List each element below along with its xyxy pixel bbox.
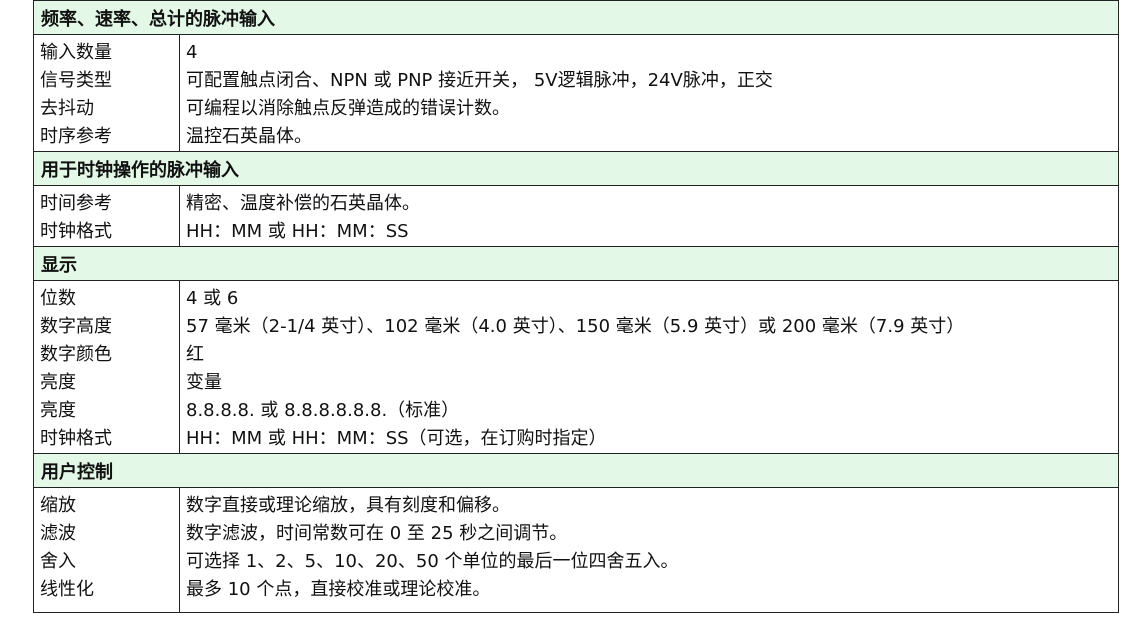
section-header-user-controls: 用户控制 bbox=[33, 453, 1119, 488]
value-column: 精密、温度补偿的石英晶体。 HH：MM 或 HH：MM：SS bbox=[179, 185, 1119, 247]
value-column: 数字直接或理论缩放，具有刻度和偏移。 数字滤波，时间常数可在 0 至 25 秒之… bbox=[179, 487, 1119, 613]
row-label: 线性化 bbox=[40, 579, 94, 600]
row-value: 红 bbox=[186, 344, 204, 365]
section-body: 缩放 滤波 舍入 线性化 数字直接或理论缩放，具有刻度和偏移。 数字滤波，时间常… bbox=[33, 487, 1119, 613]
row-value: 可选择 1、2、5、10、20、50 个单位的最后一位四舍五入。 bbox=[186, 551, 679, 572]
label-column: 缩放 滤波 舍入 线性化 bbox=[33, 487, 180, 613]
section-header-clock-pulse-input: 用于时钟操作的脉冲输入 bbox=[33, 151, 1119, 186]
section-header-pulse-input: 频率、速率、总计的脉冲输入 bbox=[33, 0, 1119, 35]
row-value: 4 或 6 bbox=[186, 288, 239, 309]
section-title: 频率、速率、总计的脉冲输入 bbox=[33, 0, 1119, 35]
value-column: 4 或 6 57 毫米（2-1/4 英寸）、102 毫米（4.0 英寸）、150… bbox=[179, 280, 1119, 454]
cell-spacer bbox=[186, 604, 1118, 612]
section-title: 显示 bbox=[33, 246, 1119, 281]
row-value: HH：MM 或 HH：MM：SS bbox=[186, 221, 409, 242]
row-label: 数字高度 bbox=[40, 316, 112, 337]
section-body: 时间参考 时钟格式 精密、温度补偿的石英晶体。 HH：MM 或 HH：MM：SS bbox=[33, 185, 1119, 247]
row-value: 最多 10 个点，直接校准或理论校准。 bbox=[186, 579, 491, 600]
row-value: 温控石英晶体。 bbox=[186, 126, 312, 147]
row-value: 数字滤波，时间常数可在 0 至 25 秒之间调节。 bbox=[186, 523, 568, 544]
label-column: 输入数量 信号类型 去抖动 时序参考 bbox=[33, 34, 180, 152]
spec-table: 频率、速率、总计的脉冲输入 输入数量 信号类型 去抖动 时序参考 4 可配置触点… bbox=[33, 0, 1119, 613]
label-column: 位数 数字高度 数字颜色 亮度 亮度 时钟格式 bbox=[33, 280, 180, 454]
row-label: 时间参考 bbox=[40, 193, 112, 214]
row-value: 精密、温度补偿的石英晶体。 bbox=[186, 193, 420, 214]
row-value: 4 bbox=[186, 42, 198, 63]
row-label: 舍入 bbox=[40, 551, 76, 572]
row-value: 57 毫米（2-1/4 英寸）、102 毫米（4.0 英寸）、150 毫米（5.… bbox=[186, 316, 965, 337]
row-value: 可编程以消除触点反弹造成的错误计数。 bbox=[186, 98, 510, 119]
row-label: 位数 bbox=[40, 288, 76, 309]
row-label: 输入数量 bbox=[40, 42, 112, 63]
row-value: HH：MM 或 HH：MM：SS（可选，在订购时指定） bbox=[186, 428, 607, 449]
section-body: 输入数量 信号类型 去抖动 时序参考 4 可配置触点闭合、NPN 或 PNP 接… bbox=[33, 34, 1119, 152]
row-value: 可配置触点闭合、NPN 或 PNP 接近开关， 5V逻辑脉冲，24V脉冲，正交 bbox=[186, 70, 773, 91]
section-body: 位数 数字高度 数字颜色 亮度 亮度 时钟格式 4 或 6 57 毫米（2-1/… bbox=[33, 280, 1119, 454]
section-title: 用于时钟操作的脉冲输入 bbox=[33, 151, 1119, 186]
row-label: 数字颜色 bbox=[40, 344, 112, 365]
row-label: 时钟格式 bbox=[40, 221, 112, 242]
row-label: 亮度 bbox=[40, 400, 76, 421]
row-label: 去抖动 bbox=[40, 98, 94, 119]
section-title: 用户控制 bbox=[33, 453, 1119, 488]
row-label: 时钟格式 bbox=[40, 428, 112, 449]
row-label: 时序参考 bbox=[40, 126, 112, 147]
row-label: 信号类型 bbox=[40, 70, 112, 91]
row-value: 变量 bbox=[186, 372, 222, 393]
cell-spacer bbox=[40, 604, 179, 612]
row-value: 数字直接或理论缩放，具有刻度和偏移。 bbox=[186, 495, 510, 516]
row-value: 8.8.8.8. 或 8.8.8.8.8.8.（标准） bbox=[186, 400, 460, 421]
row-label: 缩放 bbox=[40, 495, 76, 516]
value-column: 4 可配置触点闭合、NPN 或 PNP 接近开关， 5V逻辑脉冲，24V脉冲，正… bbox=[179, 34, 1119, 152]
row-label: 亮度 bbox=[40, 372, 76, 393]
label-column: 时间参考 时钟格式 bbox=[33, 185, 180, 247]
row-label: 滤波 bbox=[40, 523, 76, 544]
section-header-display: 显示 bbox=[33, 246, 1119, 281]
